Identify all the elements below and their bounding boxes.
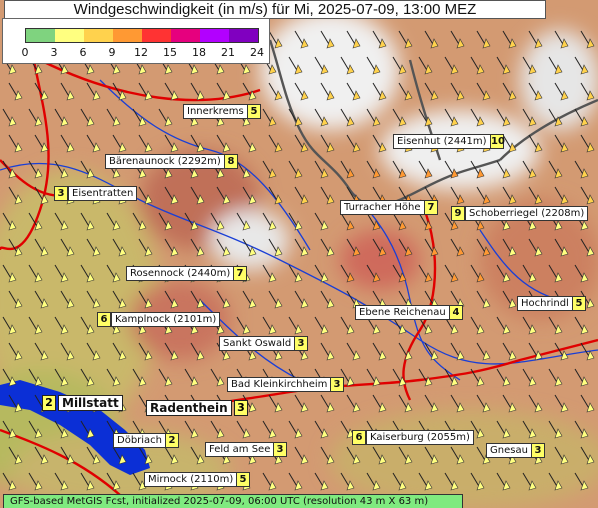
wind-speed-badge: 8 <box>224 154 238 169</box>
place-label: Eisentratten <box>68 186 138 201</box>
place-label: Gnesau <box>486 443 532 458</box>
wind-speed-badge: 6 <box>97 312 111 327</box>
legend-swatch <box>229 29 258 42</box>
wind-legend: 0 3 6 9 12 15 18 21 24 <box>2 18 270 64</box>
place-label: Sankt Oswald <box>219 336 296 351</box>
terrain-layer <box>0 0 598 508</box>
place-label: Feld am See <box>205 442 275 457</box>
wind-speed-badge: 4 <box>449 305 463 320</box>
legend-swatch <box>113 29 142 42</box>
legend-tick-label: 9 <box>108 46 116 59</box>
legend-tick-label: 12 <box>134 46 148 59</box>
place-label: Turracher Höhe <box>340 200 425 215</box>
legend-tick-label: 0 <box>21 46 29 59</box>
wind-map: Windgeschwindigkeit (in m/s) für Mi, 202… <box>0 0 598 508</box>
wind-speed-badge: 3 <box>330 377 344 392</box>
place-label: Rosennock (2440m) <box>126 266 235 281</box>
place-label: Kaiserburg (2055m) <box>366 430 474 445</box>
place-label: Eisenhut (2441m) <box>393 134 491 149</box>
place-label: Döbriach <box>113 433 167 448</box>
legend-tick-label: 21 <box>221 46 235 59</box>
town-label: Millstatt <box>58 395 123 411</box>
legend-tick-label: 15 <box>163 46 177 59</box>
legend-tick-label: 6 <box>79 46 87 59</box>
wind-speed-badge: 3 <box>234 400 248 416</box>
place-label: Ebene Reichenau <box>355 305 450 320</box>
place-label: Kamplnock (2101m) <box>111 312 221 327</box>
legend-swatch <box>142 29 171 42</box>
wind-speed-badge: 6 <box>352 430 366 445</box>
place-label: Schoberriegel (2208m) <box>465 206 589 221</box>
place-label: Bad Kleinkirchheim <box>227 377 332 392</box>
wind-speed-badge: 7 <box>424 200 438 215</box>
wind-speed-badge: 5 <box>236 472 250 487</box>
legend-swatch <box>84 29 113 42</box>
wind-speed-badge: 7 <box>233 266 247 281</box>
place-label: Innerkrems <box>183 104 248 119</box>
wind-speed-badge: 3 <box>294 336 308 351</box>
wind-speed-badge: 9 <box>451 206 465 221</box>
legend-color-bar <box>25 28 259 43</box>
wind-speed-badge: 3 <box>54 186 68 201</box>
place-label: Bärenaunock (2292m) <box>105 154 225 169</box>
wind-speed-badge: 2 <box>42 395 56 411</box>
legend-swatch <box>200 29 229 42</box>
legend-tick-label: 24 <box>250 46 264 59</box>
map-title: Windgeschwindigkeit (in m/s) für Mi, 202… <box>4 0 546 19</box>
legend-swatch <box>26 29 55 42</box>
wind-speed-badge: 3 <box>273 442 287 457</box>
place-label: Mirnock (2110m) <box>144 472 238 487</box>
wind-speed-badge: 5 <box>572 296 586 311</box>
legend-tick-label: 18 <box>192 46 206 59</box>
forecast-footer: GFS-based MetGIS Fcst, initialized 2025-… <box>3 494 463 508</box>
legend-tick-label: 3 <box>50 46 58 59</box>
legend-swatch <box>55 29 84 42</box>
wind-speed-badge: 5 <box>247 104 261 119</box>
legend-swatch <box>171 29 200 42</box>
place-label: Hochrindl <box>517 296 573 311</box>
wind-speed-badge: 3 <box>531 443 545 458</box>
town-label: Radenthein <box>146 400 232 416</box>
wind-speed-badge: 2 <box>165 433 179 448</box>
wind-speed-badge: 10 <box>490 134 505 149</box>
